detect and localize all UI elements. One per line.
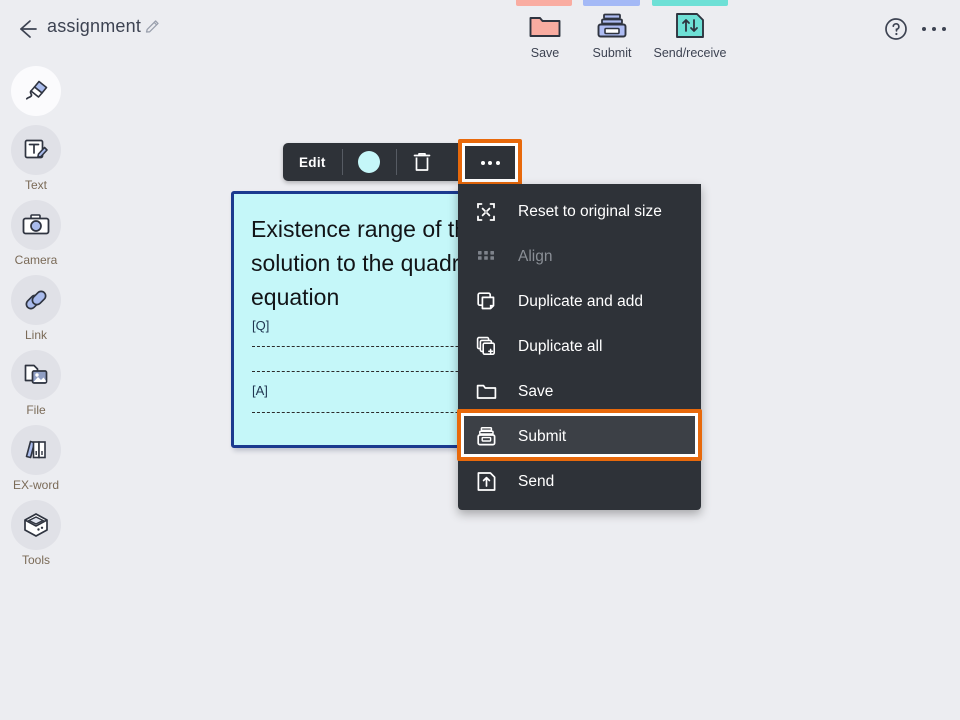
menu-item-label: Send <box>518 472 555 490</box>
page-title: assignment <box>47 16 142 36</box>
header-overflow-button[interactable] <box>922 18 946 40</box>
sidebar-item-camera-label: Camera <box>14 253 58 267</box>
menu-item-label: Duplicate all <box>518 337 603 355</box>
printer-icon <box>575 10 649 42</box>
sidebar-item-camera[interactable]: Camera <box>0 200 72 267</box>
color-swatch-icon <box>357 151 380 173</box>
folder-icon <box>508 10 582 42</box>
folder-icon <box>476 382 506 401</box>
tools-icon <box>11 500 61 550</box>
back-arrow-icon <box>20 20 37 38</box>
menu-item-label: Save <box>518 382 554 400</box>
duplicate-all-icon <box>476 336 506 357</box>
trash-icon <box>413 152 431 171</box>
pen-icon <box>11 66 61 116</box>
menu-item-send[interactable]: Send <box>458 459 701 504</box>
menu-item-submit[interactable]: Submit <box>458 414 701 459</box>
toolbar-save-button[interactable]: Save <box>508 10 582 60</box>
toolbar-submit-button[interactable]: Submit <box>575 10 649 60</box>
menu-item-label: Reset to original size <box>518 202 662 220</box>
grid-align-icon <box>476 247 506 267</box>
more-dot <box>922 27 926 31</box>
help-button[interactable] <box>884 17 908 41</box>
menu-item-save[interactable]: Save <box>458 369 701 414</box>
pencil-icon <box>145 20 159 33</box>
header-bar: assignment Save Submit Send/receive <box>0 0 960 62</box>
file-icon <box>11 350 61 400</box>
sidebar-item-text-label: Text <box>24 178 47 192</box>
menu-item-label: Submit <box>518 427 567 445</box>
menu-item-reset-to-original-size[interactable]: Reset to original size <box>458 189 701 234</box>
reset-size-icon <box>476 202 506 222</box>
camera-icon <box>11 200 61 250</box>
link-icon <box>11 275 61 325</box>
sidebar-item-file[interactable]: File <box>0 350 72 417</box>
sidebar-item-link[interactable]: Link <box>0 275 72 342</box>
menu-item-duplicate-and-add[interactable]: Duplicate and add <box>458 279 701 324</box>
dictionary-icon <box>11 425 61 475</box>
note-overflow-highlight <box>458 139 522 186</box>
more-dot <box>942 27 946 31</box>
toolbar-save-label: Save <box>530 46 560 60</box>
printer-icon <box>476 426 506 447</box>
delete-button[interactable] <box>395 143 448 181</box>
sidebar-item-tools-label: Tools <box>21 553 50 567</box>
edit-button[interactable]: Edit <box>283 143 342 181</box>
sidebar-item-exword[interactable]: EX-word <box>0 425 72 492</box>
edit-button-label: Edit <box>299 154 326 170</box>
note-overflow-button[interactable] <box>465 146 515 179</box>
note-answer-label: [A] <box>252 383 268 398</box>
help-circle-icon <box>885 18 907 40</box>
note-question-label: [Q] <box>252 318 270 333</box>
sidebar-item-exword-label: EX-word <box>12 478 59 492</box>
sidebar-item-text[interactable]: Text <box>0 125 72 192</box>
top-toolbar: Save Submit Send/receive <box>508 10 738 62</box>
context-menu: Reset to original size Align Duplicate a… <box>458 184 701 510</box>
left-sidebar: Text Camera Link File EX-word Tools <box>0 62 72 720</box>
toolbar-send-receive-label: Send/receive <box>653 46 727 60</box>
toolbar-send-receive-button[interactable]: Send/receive <box>642 10 738 60</box>
send-receive-icon <box>642 10 738 42</box>
menu-item-label: Align <box>518 247 553 265</box>
sidebar-item-tools[interactable]: Tools <box>0 500 72 567</box>
toolbar-submit-label: Submit <box>592 46 632 60</box>
color-swatch-button[interactable] <box>341 143 396 181</box>
app-root: assignment Save Submit Send/receive Text… <box>0 0 960 720</box>
sidebar-item-pen[interactable] <box>0 66 72 119</box>
duplicate-add-icon <box>476 291 506 312</box>
back-button[interactable] <box>14 16 40 42</box>
text-icon <box>11 125 61 175</box>
sidebar-item-link-label: Link <box>24 328 47 342</box>
more-dot <box>932 27 936 31</box>
sidebar-item-file-label: File <box>26 403 46 417</box>
menu-item-duplicate-all[interactable]: Duplicate all <box>458 324 701 369</box>
title-edit-pencil-icon[interactable] <box>144 18 162 36</box>
menu-item-label: Duplicate and add <box>518 292 643 310</box>
menu-item-align: Align <box>458 234 701 279</box>
more-horizontal-icon <box>480 160 500 165</box>
send-icon <box>476 471 506 492</box>
